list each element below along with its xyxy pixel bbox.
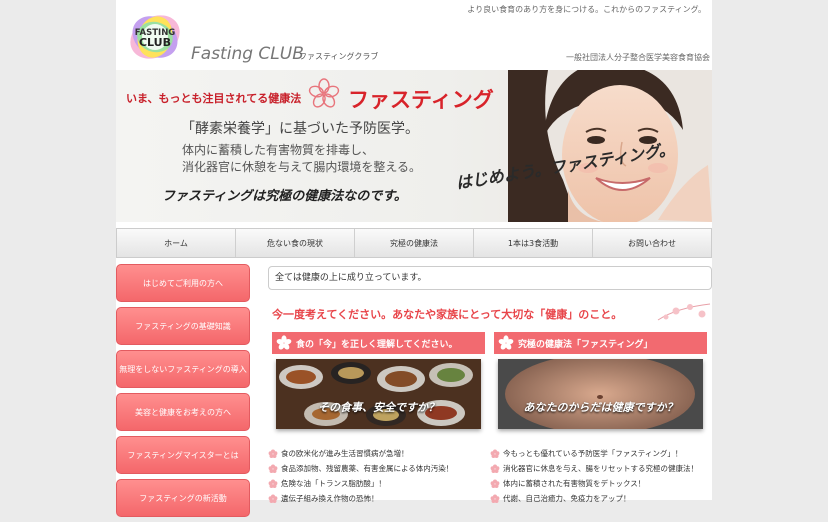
sidebar-item-beauty-health[interactable]: 美容と健康をお考えの方へ	[116, 393, 250, 431]
nav-dangerous-food[interactable]: 危ない食の現状	[236, 229, 355, 257]
hero-kicker: いま、もっとも注目されてる健康法	[126, 92, 302, 105]
card-title-text: 食の「今」を正しく理解してください。	[296, 339, 458, 350]
sidebar-menu: はじめてご利用の方へ ファスティングの基礎知識 無理をしないファスティングの導入…	[116, 264, 250, 522]
header-tagline: より良い食育のあり方を身につける。これからのファスティング。	[467, 5, 706, 14]
sakura-bullet-icon	[268, 494, 278, 503]
food-dishes-photo[interactable]: その食事、安全ですか？	[276, 359, 481, 429]
nav-contact[interactable]: お問い合わせ	[593, 229, 711, 257]
sidebar-item-new-activity[interactable]: ファスティングの新活動	[116, 479, 250, 517]
hero-title: ファスティング	[348, 87, 494, 112]
nav-ultimate-health[interactable]: 究極の健康法	[355, 229, 474, 257]
card-caption: その食事、安全ですか？	[318, 401, 439, 414]
list-item: 消化器官に休息を与え、腸をリセットする究極の健康法！	[490, 461, 710, 476]
hero-banner: いま、もっとも注目されてる健康法 ファスティング 「酵素栄養学」に基づいた予防医…	[116, 70, 712, 222]
page-container: より良い食育のあり方を身につける。これからのファスティング。 FASTING C…	[116, 0, 712, 517]
main-navigation: ホーム 危ない食の現状 究極の健康法 1本は3食活動 お問い合わせ	[116, 228, 712, 258]
card-food-today[interactable]: 食の「今」を正しく理解してください。 その食事、安全ですか？	[272, 332, 485, 432]
list-item: 代謝、自己治癒力、免疫力をアップ！	[490, 491, 710, 506]
notice-box: 全ては健康の上に成り立っています。	[268, 266, 712, 290]
sakura-bullet-icon	[490, 449, 500, 458]
sidebar-item-first-time[interactable]: はじめてご利用の方へ	[116, 264, 250, 302]
logo-wordmark[interactable]: Fasting CLUB	[191, 44, 304, 64]
bullet-list-fasting: 今もっとも優れている予防医学「ファスティング」！ 消化器官に休息を与え、腸をリセ…	[490, 446, 710, 506]
card-caption: あなたのからだは健康ですか？	[523, 401, 678, 414]
sakura-flower-icon	[308, 78, 340, 108]
nav-home[interactable]: ホーム	[117, 229, 236, 257]
sakura-bullet-icon	[490, 494, 500, 503]
fasting-club-logo-badge[interactable]: FASTING CLUB	[126, 8, 184, 66]
bullet-list-food: 食の欧米化が進み生活習慣病が急増！ 食品添加物、残留農薬、有害金属による体内汚染…	[268, 446, 488, 506]
sakura-bullet-icon	[268, 464, 278, 473]
hero-statement: ファスティングは究極の健康法なのです。	[162, 189, 407, 204]
hero-text-2: 消化器官に休憩を与えて腸内環境を整える。	[182, 160, 422, 174]
logo-badge-text-2: CLUB	[139, 36, 171, 49]
association-name: 一般社団法人分子整合医学美容食育協会	[566, 53, 710, 62]
sakura-flower-icon	[498, 335, 514, 350]
sidebar-item-meister[interactable]: ファスティングマイスターとは	[116, 436, 250, 474]
card-ultimate-fasting[interactable]: 究極の健康法「ファスティング」 あなたのからだは健康ですか？	[494, 332, 707, 432]
sakura-bullet-icon	[490, 464, 500, 473]
card-title: 食の「今」を正しく理解してください。	[272, 332, 485, 354]
list-item: 食品添加物、残留農薬、有害金属による体内汚染！	[268, 461, 488, 476]
sakura-flower-icon	[276, 335, 292, 350]
card-title: 究極の健康法「ファスティング」	[494, 332, 707, 354]
sidebar-item-basics[interactable]: ファスティングの基礎知識	[116, 307, 250, 345]
nav-activity[interactable]: 1本は3食活動	[474, 229, 593, 257]
list-item: 体内に蓄積された有害物質をデトックス！	[490, 476, 710, 491]
hero-subtitle: 「酵素栄養学」に基づいた予防医学。	[181, 121, 419, 137]
card-title-text: 究極の健康法「ファスティング」	[518, 339, 653, 350]
section-headline: 今一度考えてください。あなたや家族にとって大切な「健康」のこと。	[272, 308, 623, 321]
sidebar-item-introduction[interactable]: 無理をしないファスティングの導入	[116, 350, 250, 388]
belly-photo[interactable]: あなたのからだは健康ですか？	[498, 359, 703, 429]
list-item: 食の欧米化が進み生活習慣病が急増！	[268, 446, 488, 461]
sakura-branch-icon	[657, 303, 711, 321]
list-item: 遺伝子組み換え作物の恐怖！	[268, 491, 488, 506]
list-item: 危険な油「トランス脂肪酸」！	[268, 476, 488, 491]
logo-subtitle: ファスティングクラブ	[299, 52, 379, 61]
sakura-bullet-icon	[268, 479, 278, 488]
sakura-bullet-icon	[268, 449, 278, 458]
list-item: 今もっとも優れている予防医学「ファスティング」！	[490, 446, 710, 461]
sakura-bullet-icon	[490, 479, 500, 488]
hero-text-1: 体内に蓄積した有害物質を排毒し、	[182, 143, 375, 157]
